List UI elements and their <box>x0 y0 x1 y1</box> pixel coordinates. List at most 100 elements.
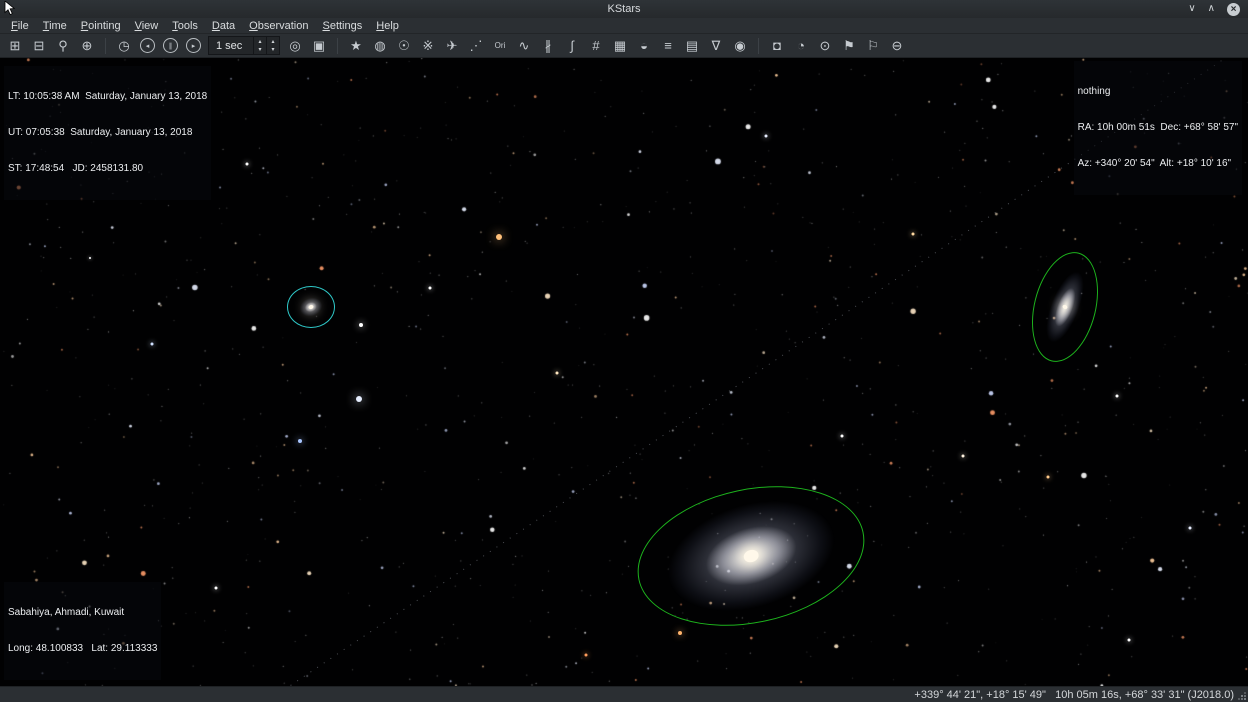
show-constellation-names-button[interactable]: Ori <box>489 36 511 56</box>
show-horizontal-grid-button[interactable]: ▦ <box>609 36 631 56</box>
show-stars-button[interactable]: ★ <box>345 36 367 56</box>
menu-help[interactable]: Help <box>369 20 406 32</box>
menu-observation[interactable]: Observation <box>242 20 315 32</box>
observing-list-icon: ≡ <box>664 38 672 53</box>
location-name-text: Sabahiya, Ahmadi, Kuwait <box>8 607 157 619</box>
geographic-location-button[interactable]: ⊕ <box>76 36 98 56</box>
location-infobox[interactable]: Sabahiya, Ahmadi, Kuwait Long: 48.100833… <box>4 582 161 680</box>
close-button[interactable]: × <box>1227 3 1240 16</box>
lock-telescope-icon: ◘ <box>773 38 781 53</box>
show-milky-way-button[interactable]: ∫ <box>561 36 583 56</box>
bright-star[interactable] <box>429 287 432 290</box>
show-deep-sky-objects-button[interactable]: ◍ <box>369 36 391 56</box>
export-sky-image-button[interactable]: ▣ <box>308 36 330 56</box>
time-pause-button[interactable]: ∥ <box>163 38 178 53</box>
time-step-unit-up-button[interactable]: ▴ <box>267 37 279 46</box>
galaxy-small-marker <box>287 286 335 328</box>
bright-star[interactable] <box>585 654 588 657</box>
fits-viewer-button[interactable]: ▤ <box>681 36 703 56</box>
disconnect-icon: ⊖ <box>892 38 903 54</box>
menu-file[interactable]: File <box>4 20 36 32</box>
show-equatorial-grid-button[interactable]: # <box>585 36 607 56</box>
bright-star[interactable] <box>246 163 249 166</box>
add-flag-button[interactable]: ⚐ <box>862 36 884 56</box>
universal-time-text: UT: 07:05:38 Saturday, January 13, 2018 <box>8 127 207 139</box>
time-step-up-button[interactable]: ▴ <box>254 37 266 46</box>
bright-star[interactable] <box>1116 395 1119 398</box>
time-step-unit-down-button[interactable]: ▾ <box>267 46 279 55</box>
bright-star[interactable] <box>215 587 218 590</box>
bright-star[interactable] <box>962 455 965 458</box>
whats-interesting-button[interactable]: ◉ <box>729 36 751 56</box>
show-satellites-button[interactable]: ✈ <box>441 36 463 56</box>
bright-star[interactable] <box>298 439 302 443</box>
bright-star[interactable] <box>912 233 915 236</box>
show-constellation-lines-icon: ⋰ <box>470 38 483 54</box>
zoom-in-button[interactable]: ⊞ <box>4 36 26 56</box>
show-constellation-boundaries-icon: ∦ <box>545 38 552 54</box>
bright-star[interactable] <box>841 435 844 438</box>
time-infobox[interactable]: LT: 10:05:38 AM Saturday, January 13, 20… <box>4 66 211 200</box>
bright-star[interactable] <box>678 631 682 635</box>
bright-star[interactable] <box>1189 527 1192 530</box>
focus-infobox[interactable]: nothing RA: 10h 00m 51s Dec: +68° 58' 57… <box>1074 61 1242 195</box>
menu-settings[interactable]: Settings <box>315 20 369 32</box>
show-constellation-boundaries-button[interactable]: ∦ <box>537 36 559 56</box>
toolbar: ⊞ ⊟ ⚲ ⊕ ◷ ◂ ∥ ▸ 1 sec ▴ ▾ ▴ ▾ ◎ ▣ ★◍☉※✈ ⋰ Ori∿ ∦ ∫ # ▦ ◒… <box>0 34 1248 58</box>
flag-button[interactable]: ⚑ <box>838 36 860 56</box>
bright-star[interactable] <box>356 396 362 402</box>
titlebar[interactable]: KStars ∨ ∧ × <box>0 0 1248 18</box>
time-step-value: 1 sec <box>209 37 253 54</box>
find-object-icon: ⚲ <box>58 38 68 54</box>
toolbar-separator <box>758 38 759 54</box>
time-step-down-button[interactable]: ▾ <box>254 46 266 55</box>
bright-star[interactable] <box>496 234 502 240</box>
bright-star[interactable] <box>89 257 91 259</box>
bright-star[interactable] <box>556 372 559 375</box>
set-time-icon: ◷ <box>118 38 129 54</box>
add-flag-icon: ⚐ <box>867 38 879 54</box>
menu-data[interactable]: Data <box>205 20 242 32</box>
time-step-back-button[interactable]: ◂ <box>140 38 155 53</box>
show-horizontal-grid-icon: ▦ <box>614 38 626 54</box>
bright-star[interactable] <box>359 323 363 327</box>
sky-map[interactable]: LT: 10:05:38 AM Saturday, January 13, 20… <box>0 58 1248 686</box>
show-supernovae-button[interactable]: ※ <box>417 36 439 56</box>
disconnect-button[interactable]: ⊖ <box>886 36 908 56</box>
show-solar-system-button[interactable]: ☉ <box>393 36 415 56</box>
menu-pointing[interactable]: Pointing <box>74 20 128 32</box>
find-object-button[interactable]: ⚲ <box>52 36 74 56</box>
show-constellation-art-button[interactable]: ∿ <box>513 36 535 56</box>
resize-grip[interactable] <box>1237 691 1246 700</box>
menu-view[interactable]: View <box>128 20 166 32</box>
focus-object-button[interactable]: ◎ <box>284 36 306 56</box>
zoom-out-icon: ⊟ <box>34 38 45 54</box>
bright-star[interactable] <box>1047 476 1050 479</box>
export-sky-image-icon: ▣ <box>313 38 325 54</box>
maximize-button[interactable]: ∧ <box>1208 4 1215 14</box>
show-ground-button[interactable]: ◒ <box>633 36 655 56</box>
time-step-forward-button[interactable]: ▸ <box>186 38 201 53</box>
location-coords-text: Long: 48.100833 Lat: 29.113333 <box>8 643 157 655</box>
fits-viewer-icon: ▤ <box>686 38 698 54</box>
menubar: FileTimePointingViewToolsDataObservation… <box>0 18 1248 34</box>
minimize-button[interactable]: ∨ <box>1188 4 1195 14</box>
focus-object-icon: ◎ <box>289 38 300 54</box>
ekos-button[interactable]: ◔ <box>790 36 812 56</box>
show-constellation-lines-button[interactable]: ⋰ <box>465 36 487 56</box>
telescope-center-button[interactable]: ⊙ <box>814 36 836 56</box>
artificial-horizon-button[interactable]: ∇ <box>705 36 727 56</box>
zoom-out-button[interactable]: ⊟ <box>28 36 50 56</box>
show-milky-way-icon: ∫ <box>570 38 574 53</box>
lock-telescope-button[interactable]: ◘ <box>766 36 788 56</box>
observing-list-button[interactable]: ≡ <box>657 36 679 56</box>
menu-tools[interactable]: Tools <box>165 20 205 32</box>
bright-star[interactable] <box>151 343 154 346</box>
set-time-button[interactable]: ◷ <box>113 36 135 56</box>
focus-ra-dec-text: RA: 10h 00m 51s Dec: +68° 58' 57" <box>1078 122 1238 134</box>
window-controls: ∨ ∧ × <box>1188 0 1240 18</box>
time-step-spinbox[interactable]: 1 sec ▴ ▾ ▴ ▾ <box>208 36 280 55</box>
menu-time[interactable]: Time <box>36 20 74 32</box>
bright-star[interactable] <box>1128 639 1131 642</box>
bright-star[interactable] <box>765 135 768 138</box>
